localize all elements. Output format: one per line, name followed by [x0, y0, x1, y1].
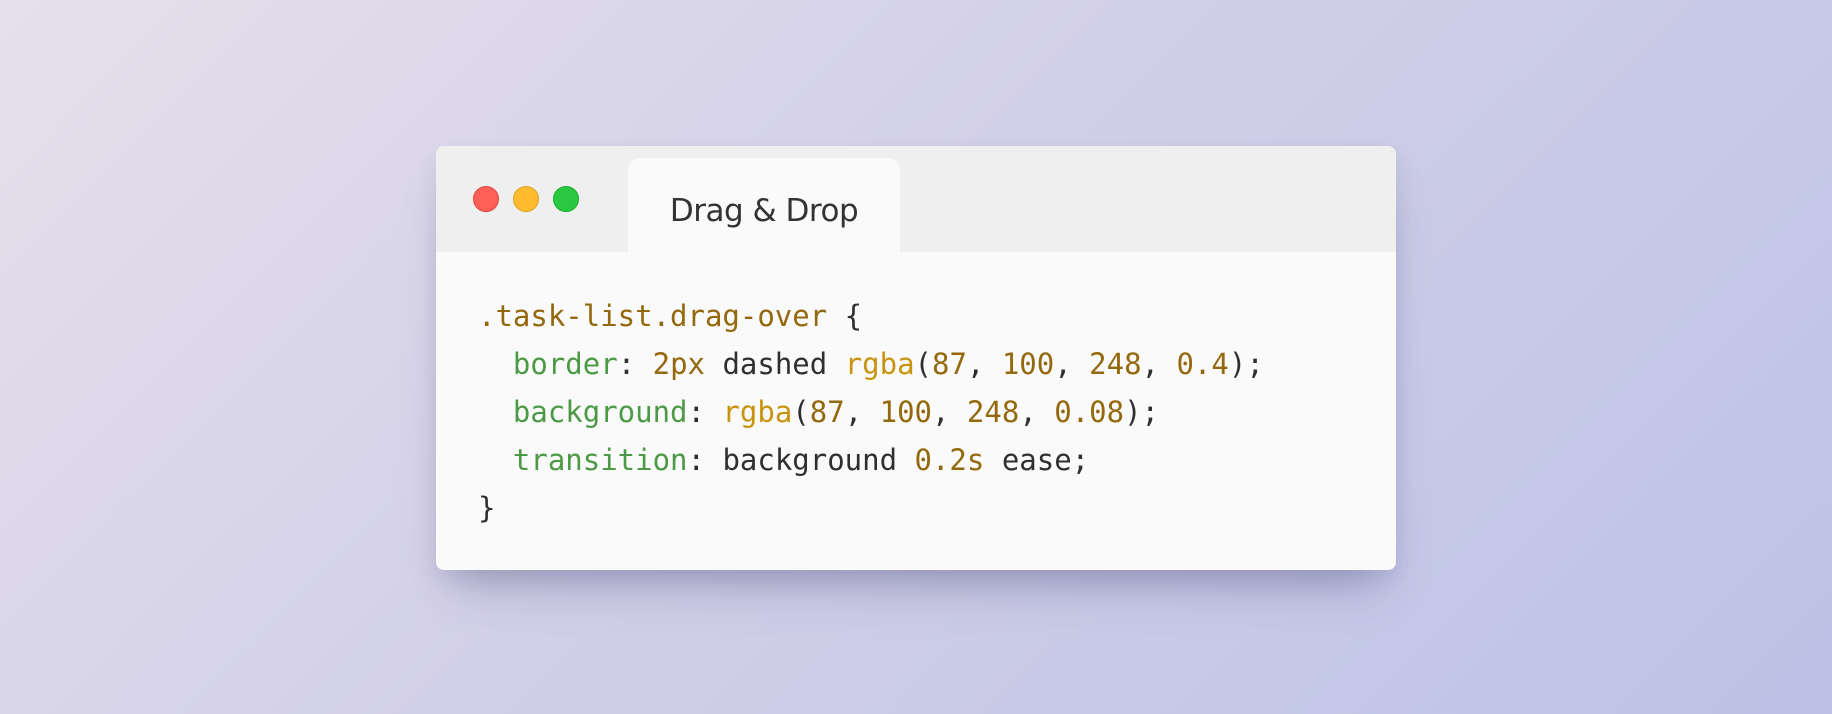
code-line-close: } [478, 484, 1264, 532]
css-number: 87 [932, 347, 967, 381]
css-number: 248 [966, 395, 1020, 429]
code-window: Drag & Drop .task-list.drag-over { borde… [436, 146, 1396, 570]
css-number: 100 [1001, 347, 1055, 381]
css-number: 0.4 [1176, 347, 1229, 381]
code-line-transition: transition: background 0.2s ease; [512, 443, 1090, 477]
css-function: rgba [722, 395, 793, 429]
css-value: dashed [705, 347, 845, 381]
css-property-background: background [512, 395, 688, 429]
open-brace: { [827, 299, 863, 333]
code-line-background: background: rgba(87, 100, 248, 0.08); [512, 395, 1159, 429]
css-number: 0.08 [1054, 395, 1125, 429]
css-number: 0.2s [914, 443, 985, 477]
css-number: 87 [809, 395, 845, 429]
tab-drag-and-drop[interactable]: Drag & Drop [628, 158, 900, 252]
code-line-selector: .task-list.drag-over { [478, 292, 1264, 340]
css-number: 100 [879, 395, 932, 429]
css-function: rgba [844, 347, 915, 381]
css-property-border: border [512, 347, 618, 381]
code-line-border: border: 2px dashed rgba(87, 100, 248, 0.… [512, 347, 1264, 381]
css-selector: .task-list.drag-over [478, 299, 828, 333]
css-value: background [722, 443, 915, 477]
css-value: 2px [652, 347, 705, 381]
code-block: .task-list.drag-over { border: 2px dashe… [478, 292, 1264, 532]
close-window-button[interactable] [473, 186, 499, 212]
minimize-window-button[interactable] [513, 186, 539, 212]
maximize-window-button[interactable] [553, 186, 579, 212]
tab-label: Drag & Drop [669, 193, 859, 229]
close-brace: } [478, 491, 496, 525]
title-bar: Drag & Drop [436, 146, 1396, 252]
css-property-transition: transition [512, 443, 688, 477]
css-number: 248 [1089, 347, 1142, 381]
css-value: ease; [984, 443, 1090, 477]
